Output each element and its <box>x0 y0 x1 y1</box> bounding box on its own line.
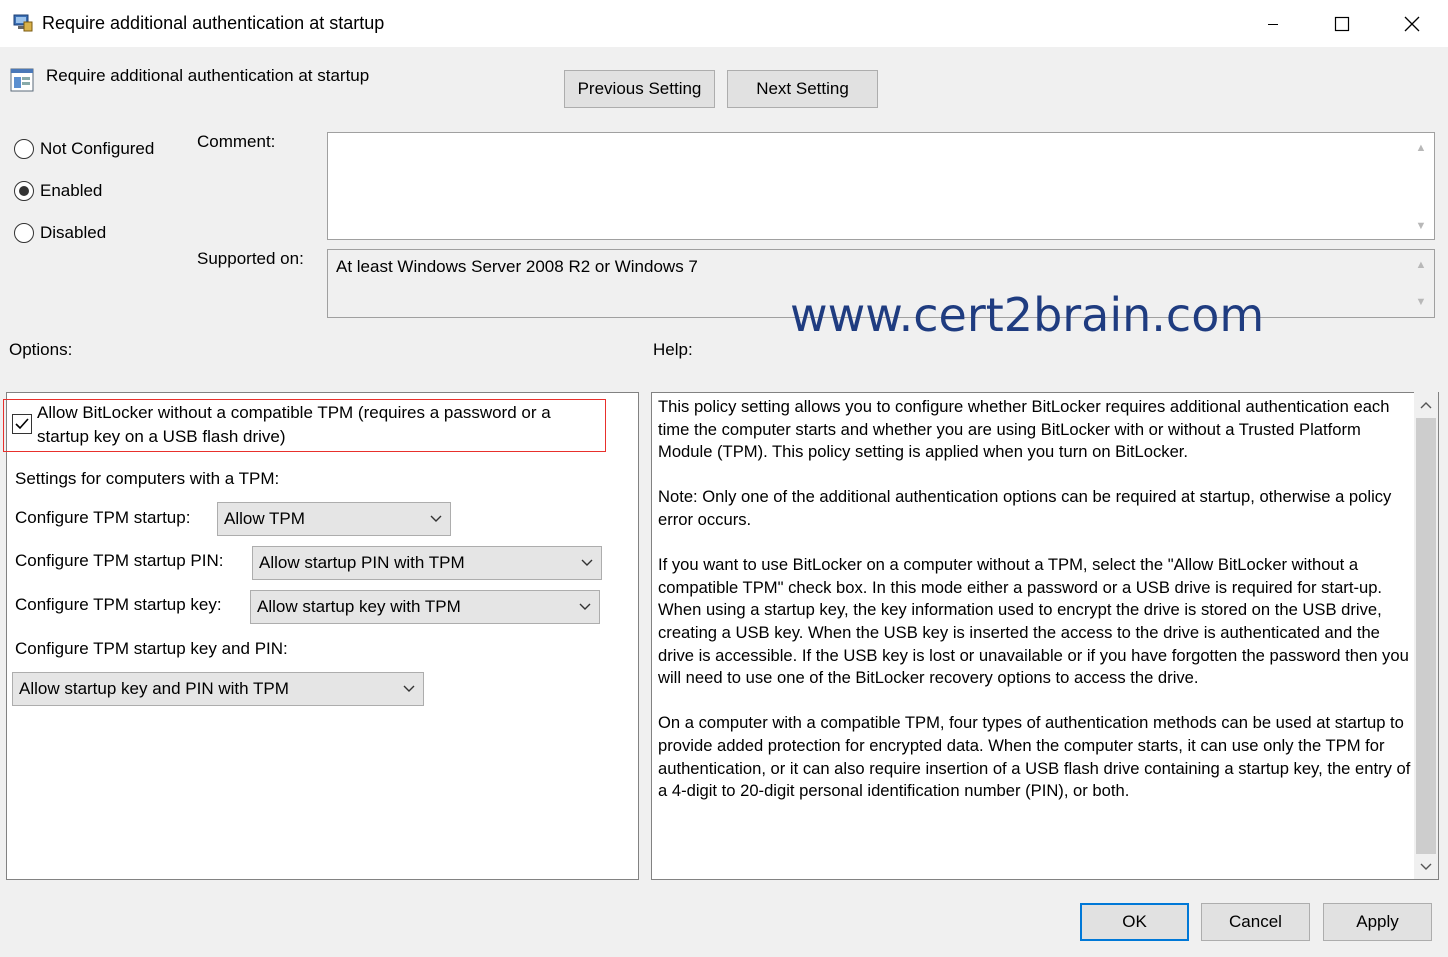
tpm-pin-label: Configure TPM startup PIN: <box>15 551 224 570</box>
scroll-down-icon: ▼ <box>1415 220 1427 232</box>
comment-textarea[interactable]: ▲ ▼ <box>327 132 1435 240</box>
next-setting-button[interactable]: Next Setting <box>727 70 878 108</box>
tpm-pin-value: Allow startup PIN with TPM <box>259 553 465 572</box>
scroll-up-icon: ▲ <box>1415 259 1427 271</box>
tpm-pin-select[interactable]: Allow startup PIN with TPM <box>252 546 602 580</box>
ok-button[interactable]: OK <box>1080 903 1189 941</box>
disabled-radio[interactable] <box>14 223 34 243</box>
tpm-key-pin-select[interactable]: Allow startup key and PIN with TPM <box>12 672 424 706</box>
maximize-button[interactable] <box>1308 0 1376 47</box>
supported-on-value: At least Windows Server 2008 R2 or Windo… <box>336 257 698 276</box>
scrollbar-thumb[interactable] <box>1416 418 1436 854</box>
help-text: This policy setting allows you to config… <box>658 396 1412 825</box>
minimize-button[interactable] <box>1239 0 1307 47</box>
scroll-up-icon[interactable] <box>1420 401 1432 409</box>
close-button[interactable] <box>1378 0 1446 47</box>
disabled-label[interactable]: Disabled <box>40 223 106 243</box>
enabled-radio[interactable] <box>14 181 34 201</box>
previous-setting-button[interactable]: Previous Setting <box>564 70 715 108</box>
window-title: Require additional authentication at sta… <box>42 13 385 33</box>
enabled-label[interactable]: Enabled <box>40 181 102 201</box>
tpm-key-pin-label: Configure TPM startup key and PIN: <box>15 639 288 658</box>
chevron-down-icon <box>581 559 593 566</box>
checkmark-icon <box>15 418 29 430</box>
allow-without-tpm-label-line1[interactable]: Allow BitLocker without a compatible TPM… <box>37 403 551 423</box>
chevron-down-icon <box>579 603 591 610</box>
minimize-icon <box>1268 23 1278 25</box>
watermark: www.cert2brain.com <box>790 288 1265 342</box>
scroll-down-icon: ▼ <box>1415 296 1427 308</box>
comment-label: Comment: <box>197 132 276 151</box>
title-bar: Require additional authentication at sta… <box>0 0 1448 47</box>
help-paragraph: This policy setting allows you to config… <box>658 397 1390 462</box>
tpm-key-pin-value: Allow startup key and PIN with TPM <box>19 679 289 698</box>
options-panel <box>6 392 639 880</box>
scroll-down-icon[interactable] <box>1420 863 1432 871</box>
help-label: Help: <box>653 340 693 359</box>
options-label: Options: <box>9 340 73 359</box>
tpm-startup-value: Allow TPM <box>224 509 305 528</box>
tpm-startup-label: Configure TPM startup: <box>15 508 191 527</box>
maximize-icon <box>1334 16 1350 31</box>
help-paragraph: Note: Only one of the additional authent… <box>658 487 1392 529</box>
help-scrollbar[interactable] <box>1414 392 1438 879</box>
close-icon <box>1404 16 1420 31</box>
help-paragraph: On a computer with a compatible TPM, fou… <box>658 713 1411 801</box>
tpm-key-value: Allow startup key with TPM <box>257 597 461 616</box>
tpm-startup-select[interactable]: Allow TPM <box>217 502 451 536</box>
scroll-up-icon: ▲ <box>1415 142 1427 154</box>
chevron-down-icon <box>430 515 442 522</box>
not-configured-radio[interactable] <box>14 139 34 159</box>
allow-without-tpm-checkbox[interactable] <box>12 414 32 434</box>
tpm-key-select[interactable]: Allow startup key with TPM <box>250 590 600 624</box>
policy-setting-icon <box>10 68 34 92</box>
not-configured-label[interactable]: Not Configured <box>40 139 154 159</box>
tpm-section-label: Settings for computers with a TPM: <box>15 469 280 488</box>
cancel-button[interactable]: Cancel <box>1201 903 1310 941</box>
chevron-down-icon <box>403 685 415 692</box>
policy-editor-icon <box>13 14 33 32</box>
allow-without-tpm-label-line2[interactable]: startup key on a USB flash drive) <box>37 427 286 447</box>
help-paragraph: If you want to use BitLocker on a comput… <box>658 555 1409 688</box>
supported-on-label: Supported on: <box>197 249 304 268</box>
tpm-key-label: Configure TPM startup key: <box>15 595 222 614</box>
apply-button[interactable]: Apply <box>1323 903 1432 941</box>
policy-title: Require additional authentication at sta… <box>46 66 370 85</box>
